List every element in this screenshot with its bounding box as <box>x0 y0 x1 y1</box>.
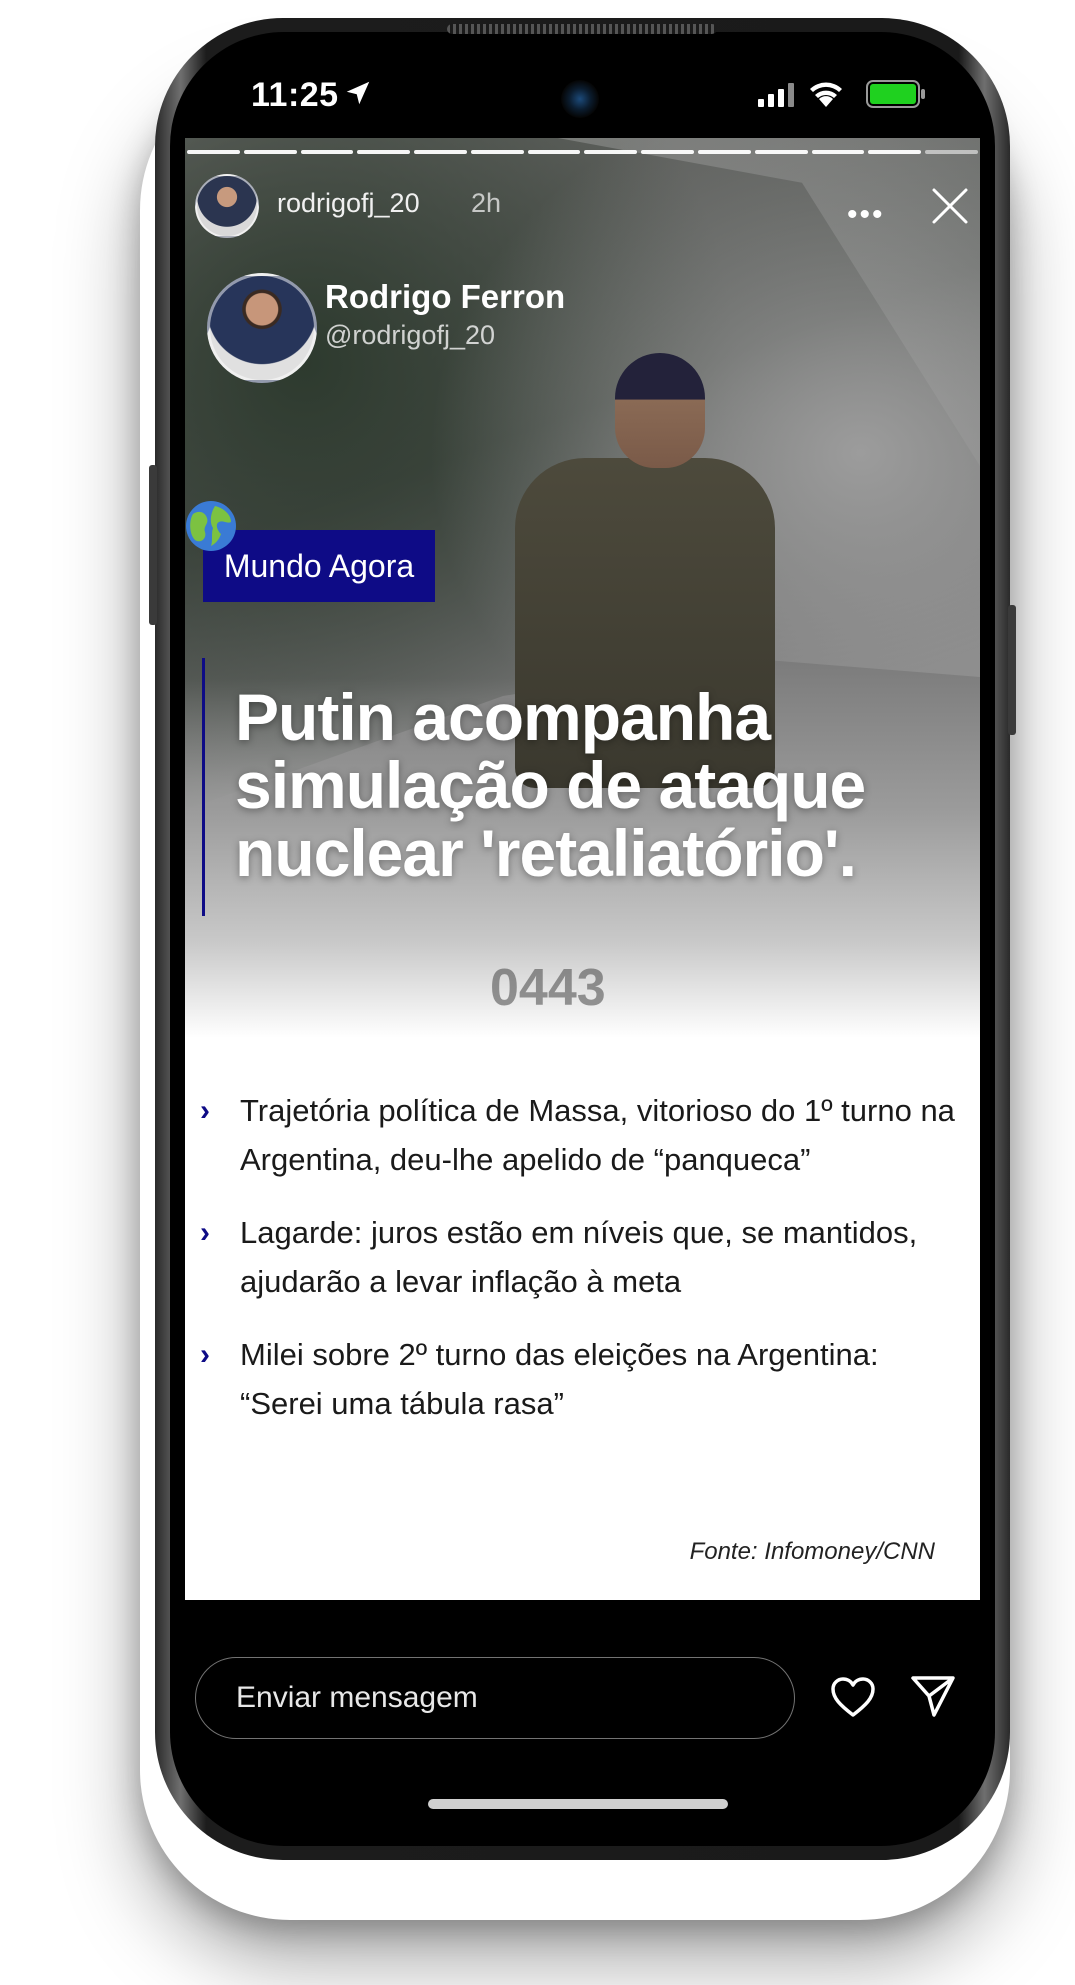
bullet-text: Trajetória política de Massa, vitorioso … <box>240 1093 955 1177</box>
news-bullet-item: › Lagarde: juros estão em níveis que, se… <box>200 1208 960 1306</box>
header-time-ago: 2h <box>471 188 502 218</box>
profile-name: Rodrigo Ferron <box>325 278 566 315</box>
source-credit: Fonte: Infomoney/CNN <box>689 1538 935 1565</box>
volume-button <box>149 465 157 625</box>
cellular-signal-icon <box>758 83 794 107</box>
more-options-icon[interactable]: ••• <box>847 198 885 232</box>
close-icon[interactable] <box>930 186 970 226</box>
profile-handle: @rodrigofj_20 <box>325 320 496 350</box>
profile-avatar <box>207 273 317 383</box>
bullet-text: Milei sobre 2º turno das eleições na Arg… <box>240 1337 879 1421</box>
pilot-head <box>615 353 705 468</box>
speaker-grille <box>447 24 717 34</box>
story-content[interactable]: 0443 rodrigofj_20 2h ••• Rodrigo Ferron … <box>185 138 980 1600</box>
chevron-right-icon: › <box>200 1094 210 1127</box>
headline-accent-bar <box>202 658 205 916</box>
chevron-right-icon: › <box>200 1338 210 1371</box>
bullet-text: Lagarde: juros estão em níveis que, se m… <box>240 1215 918 1299</box>
story-progress-bar <box>185 150 980 154</box>
header-username[interactable]: rodrigofj_20 <box>277 188 420 219</box>
phone-screen: 11:25 0443 rodrigofj_20 2h ••• Rodrigo F… <box>183 46 983 1832</box>
globe-icon <box>186 501 236 551</box>
home-indicator[interactable] <box>428 1799 728 1809</box>
news-bullet-item: › Trajetória política de Massa, vitorios… <box>200 1086 960 1184</box>
heart-icon[interactable] <box>830 1676 876 1718</box>
status-time: 11:25 <box>251 76 339 114</box>
headline: Putin acompanha simulação de ataque nucl… <box>235 680 866 890</box>
power-button <box>1008 605 1016 735</box>
front-camera <box>561 80 599 118</box>
news-bullet-item: › Milei sobre 2º turno das eleições na A… <box>200 1330 960 1428</box>
battery-icon <box>866 80 925 108</box>
jet-tail-number: 0443 <box>490 959 606 1017</box>
message-input[interactable]: Enviar mensagem <box>195 1657 795 1739</box>
section-tag: Mundo Agora <box>203 530 435 602</box>
chevron-right-icon: › <box>200 1216 210 1249</box>
wifi-icon <box>810 82 842 107</box>
header-avatar[interactable] <box>195 174 259 238</box>
location-arrow-icon <box>346 81 370 105</box>
send-icon[interactable] <box>910 1674 956 1718</box>
news-bullet-list: › Trajetória política de Massa, vitorios… <box>200 1086 960 1452</box>
